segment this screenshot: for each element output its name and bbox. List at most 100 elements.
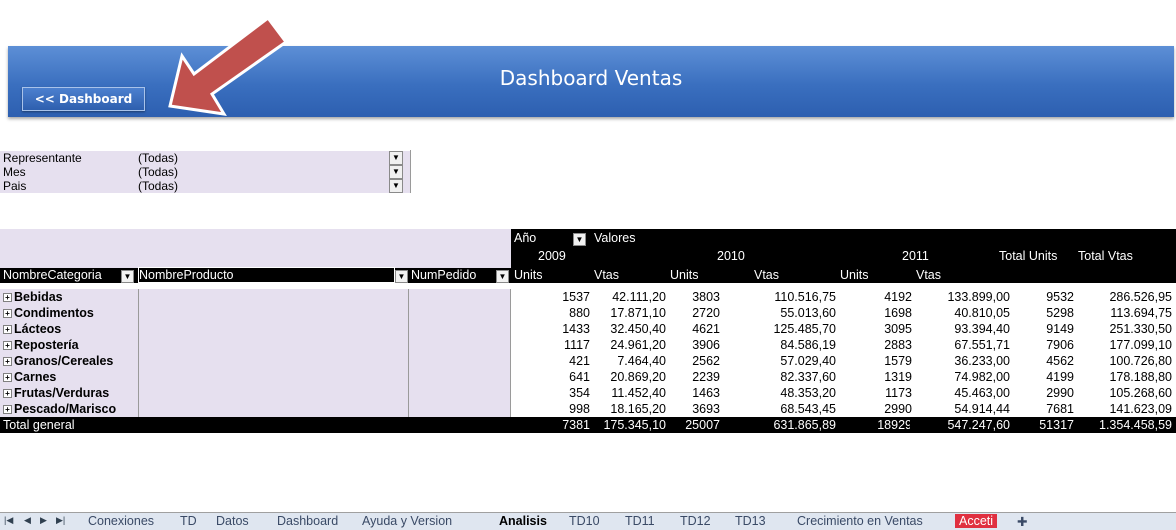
- value-cell-u2009: 880: [569, 306, 590, 320]
- value-cell-v2009: 11.452,40: [611, 386, 666, 400]
- tab-acceti[interactable]: Acceti: [955, 514, 998, 528]
- pivot-header-blank: [0, 229, 511, 268]
- category-label: Carnes: [14, 370, 57, 384]
- numpedido-dropdown-arrow-icon[interactable]: ▼: [496, 270, 509, 283]
- ano-dropdown-arrow-icon[interactable]: ▼: [573, 233, 586, 246]
- measure-units-2011: Units: [840, 268, 869, 283]
- insert-sheet-icon[interactable]: ✚: [1017, 514, 1027, 529]
- expand-icon[interactable]: +: [3, 341, 12, 350]
- expand-icon[interactable]: +: [3, 373, 12, 382]
- tab-ayuda-version[interactable]: Ayuda y Version: [362, 514, 452, 528]
- tab-crecimiento-ventas[interactable]: Crecimiento en Ventas: [797, 514, 923, 528]
- value-cell-u2011: 3095: [884, 322, 912, 336]
- year-2010: 2010: [717, 249, 745, 264]
- filter-label: Representante: [3, 151, 82, 165]
- value-cell-u2011: 4192: [884, 290, 912, 304]
- value-cell-u2011: 1319: [884, 370, 912, 384]
- field-numpedido[interactable]: NumPedido: [411, 268, 477, 283]
- value-cell-u2010: 4621: [692, 322, 720, 336]
- value-cell-tu: 9149: [1046, 322, 1074, 336]
- category-name[interactable]: + Bebidas: [3, 290, 63, 305]
- filter-mes[interactable]: Mes (Todas) ▼: [0, 165, 410, 179]
- category-name[interactable]: + Granos/Cereales: [3, 354, 113, 369]
- value-cell-tu: 4199: [1046, 370, 1074, 384]
- category-label: Frutas/Verduras: [14, 386, 110, 400]
- tab-conexiones[interactable]: Conexiones: [88, 514, 154, 528]
- tab-td11[interactable]: TD11: [625, 514, 655, 528]
- value-cell-u2010: 1463: [692, 386, 720, 400]
- column-divider: [408, 289, 409, 417]
- back-to-dashboard-button[interactable]: << Dashboard: [22, 87, 145, 111]
- col-field-ano: Año: [514, 231, 537, 246]
- tab-td12[interactable]: TD12: [680, 514, 711, 528]
- total-units-all: 51317: [1010, 418, 1074, 433]
- last-sheet-icon[interactable]: ▶|: [56, 515, 65, 526]
- category-name[interactable]: + Repostería: [3, 338, 79, 353]
- value-cell-tv: 178.188,80: [1109, 370, 1172, 384]
- value-cell-v2011: 74.982,00: [954, 370, 1010, 384]
- total-vtas-2009: 175.345,10: [594, 418, 666, 433]
- category-label: Condimentos: [14, 306, 94, 320]
- value-cell-u2009: 641: [569, 370, 590, 384]
- category-name[interactable]: + Condimentos: [3, 306, 94, 321]
- value-cell-u2010: 3803: [692, 290, 720, 304]
- value-cell-v2010: 110.516,75: [774, 290, 836, 304]
- expand-icon[interactable]: +: [3, 293, 12, 302]
- table-row: [0, 289, 511, 305]
- producto-dropdown-arrow-icon[interactable]: ▼: [395, 270, 408, 283]
- value-cell-v2010: 82.337,60: [780, 370, 836, 384]
- value-cell-v2009: 42.111,20: [612, 290, 666, 304]
- tab-dashboard[interactable]: Dashboard: [277, 514, 338, 528]
- tab-td10[interactable]: TD10: [569, 514, 600, 528]
- tab-analisis[interactable]: Analisis: [499, 514, 547, 528]
- value-cell-v2010: 55.013,60: [780, 306, 836, 320]
- category-label: Lácteos: [14, 322, 62, 336]
- categoria-dropdown-arrow-icon[interactable]: ▼: [121, 270, 134, 283]
- value-cell-tv: 141.623,09: [1109, 402, 1172, 416]
- category-name[interactable]: + Frutas/Verduras: [3, 386, 109, 401]
- measure-vtas-2011: Vtas: [916, 268, 942, 283]
- table-row: [0, 369, 511, 385]
- values-label: Valores: [594, 231, 636, 246]
- value-cell-tv: 251.330,50: [1109, 322, 1172, 336]
- category-name[interactable]: + Lácteos: [3, 322, 61, 337]
- value-cell-tu: 7681: [1046, 402, 1074, 416]
- next-sheet-icon[interactable]: ▶: [40, 515, 47, 526]
- value-cell-u2011: 1698: [884, 306, 912, 320]
- value-cell-u2011: 1173: [885, 386, 912, 400]
- value-cell-v2011: 45.463,00: [954, 386, 1010, 400]
- dropdown-arrow-icon[interactable]: ▼: [389, 179, 403, 193]
- expand-icon[interactable]: +: [3, 325, 12, 334]
- dropdown-arrow-icon[interactable]: ▼: [389, 165, 403, 179]
- expand-icon[interactable]: +: [3, 357, 12, 366]
- expand-icon[interactable]: +: [3, 309, 12, 318]
- value-cell-v2010: 48.353,20: [780, 386, 836, 400]
- value-cell-u2010: 2562: [692, 354, 720, 368]
- value-cell-v2011: 36.233,00: [954, 354, 1010, 368]
- tab-datos[interactable]: Datos: [216, 514, 249, 528]
- value-cell-u2010: 2720: [692, 306, 720, 320]
- tab-td[interactable]: TD: [180, 514, 197, 528]
- value-cell-v2009: 18.165,20: [610, 402, 666, 416]
- value-cell-v2009: 24.961,20: [610, 338, 666, 352]
- value-cell-u2011: 2883: [884, 338, 912, 352]
- field-nombrecategoria[interactable]: NombreCategoria: [3, 268, 102, 283]
- value-cell-v2010: 68.543,45: [780, 402, 836, 416]
- prev-sheet-icon[interactable]: ◀: [24, 515, 31, 526]
- year-2009: 2009: [538, 249, 566, 264]
- tab-td13[interactable]: TD13: [735, 514, 766, 528]
- field-nombreproducto[interactable]: NombreProducto: [138, 267, 395, 283]
- category-name[interactable]: + Carnes: [3, 370, 56, 385]
- filter-representante[interactable]: Representante (Todas) ▼: [0, 151, 410, 165]
- value-cell-u2009: 1117: [564, 338, 590, 352]
- filter-value: (Todas): [138, 151, 179, 165]
- value-cell-v2011: 67.551,71: [954, 338, 1010, 352]
- value-cell-tu: 5298: [1046, 306, 1074, 320]
- filter-pais[interactable]: Pais (Todas) ▼: [0, 179, 410, 193]
- dropdown-arrow-icon[interactable]: ▼: [389, 151, 403, 165]
- value-cell-tv: 177.099,10: [1109, 338, 1172, 352]
- expand-icon[interactable]: +: [3, 405, 12, 414]
- first-sheet-icon[interactable]: |◀: [4, 515, 13, 526]
- category-name[interactable]: + Pescado/Marisco: [3, 402, 116, 417]
- expand-icon[interactable]: +: [3, 389, 12, 398]
